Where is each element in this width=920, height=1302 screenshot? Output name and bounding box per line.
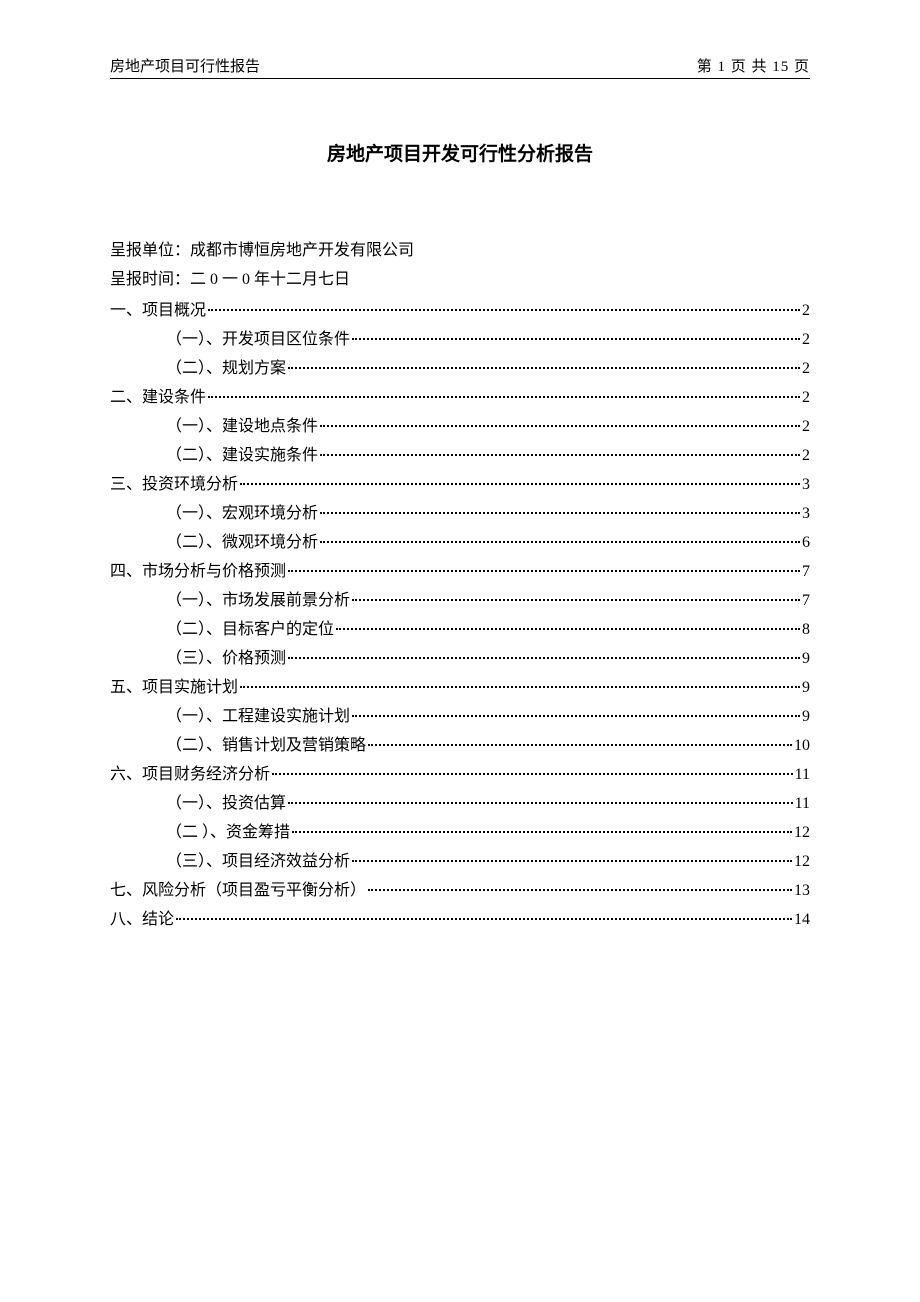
toc-entry: （二）、销售计划及营销策略 10 [110, 731, 810, 760]
toc-entry-label: （二）、规划方案 [166, 354, 286, 383]
toc-entry-label: 二、建设条件 [110, 383, 206, 412]
toc-entry-page: 3 [802, 499, 810, 528]
toc-entry-page: 6 [802, 528, 810, 557]
toc-entry-label: （二）、微观环境分析 [166, 528, 318, 557]
toc-entry: （一）、开发项目区位条件 2 [110, 325, 810, 354]
report-unit-value: 成都市博恒房地产开发有限公司 [190, 242, 414, 259]
toc-leader-dots [288, 802, 793, 804]
toc-entry: （三）、价格预测 9 [110, 644, 810, 673]
toc-entry-label: （一）、市场发展前景分析 [166, 586, 350, 615]
toc-entry-label: （二）、建设实施条件 [166, 441, 318, 470]
toc-leader-dots [240, 483, 800, 485]
toc-entry: （一）、投资估算 11 [110, 789, 810, 818]
report-unit-line: 呈报单位：成都市博恒房地产开发有限公司 [110, 236, 810, 265]
toc-entry: （一）、建设地点条件 2 [110, 412, 810, 441]
toc-entry: （二）、微观环境分析 6 [110, 528, 810, 557]
toc-leader-dots [368, 744, 792, 746]
toc-entry-page: 9 [802, 702, 810, 731]
toc-entry: （二）、规划方案 2 [110, 354, 810, 383]
toc-entry-label: （一）、开发项目区位条件 [166, 325, 350, 354]
toc-entry-page: 7 [802, 586, 810, 615]
toc-entry-page: 13 [794, 876, 810, 905]
toc-entry: （三）、项目经济效益分析 12 [110, 847, 810, 876]
toc-leader-dots [288, 570, 800, 572]
toc-leader-dots [352, 715, 800, 717]
toc-entry-page: 2 [802, 296, 810, 325]
toc-entry: 一、项目概况 2 [110, 296, 810, 325]
toc-entry-label: （二 ）、资金筹措 [166, 818, 290, 847]
toc-leader-dots [272, 773, 793, 775]
toc-leader-dots [320, 454, 800, 456]
toc-entry-label: （三）、价格预测 [166, 644, 286, 673]
toc-entry: （一）、宏观环境分析 3 [110, 499, 810, 528]
toc-entry-page: 11 [795, 789, 810, 818]
toc-entry: 二、建设条件 2 [110, 383, 810, 412]
toc-entry: 七、风险分析（项目盈亏平衡分析） 13 [110, 876, 810, 905]
toc-entry-page: 8 [802, 615, 810, 644]
toc-entry-page: 7 [802, 557, 810, 586]
toc-entry-label: （三）、项目经济效益分析 [166, 847, 350, 876]
toc-entry-page: 2 [802, 383, 810, 412]
toc-entry-label: 一、项目概况 [110, 296, 206, 325]
toc-entry-page: 14 [794, 905, 810, 934]
report-date-label: 呈报时间： [110, 271, 190, 288]
toc-entry: 四、市场分析与价格预测 7 [110, 557, 810, 586]
toc-entry-label: （一）、投资估算 [166, 789, 286, 818]
toc-leader-dots [352, 860, 792, 862]
toc-entry-page: 3 [802, 470, 810, 499]
table-of-contents: 一、项目概况2（一）、开发项目区位条件2（二）、规划方案2二、建设条件2（一）、… [110, 296, 810, 934]
toc-leader-dots [320, 541, 800, 543]
toc-entry-page: 12 [794, 818, 810, 847]
toc-entry-label: 六、项目财务经济分析 [110, 760, 270, 789]
page-header: 房地产项目可行性报告 第 1 页 共 15 页 [110, 55, 810, 79]
toc-entry-label: 三、投资环境分析 [110, 470, 238, 499]
toc-entry: （二 ）、资金筹措 12 [110, 818, 810, 847]
toc-entry-page: 2 [802, 354, 810, 383]
toc-entry-label: （一）、工程建设实施计划 [166, 702, 350, 731]
toc-leader-dots [320, 512, 800, 514]
document-title: 房地产项目开发可行性分析报告 [110, 139, 810, 166]
toc-entry-label: 七、风险分析（项目盈亏平衡分析） [110, 876, 366, 905]
toc-leader-dots [288, 657, 800, 659]
header-doc-title: 房地产项目可行性报告 [110, 55, 260, 76]
toc-entry: （二）、建设实施条件 2 [110, 441, 810, 470]
toc-entry-page: 2 [802, 412, 810, 441]
toc-entry-label: （二）、目标客户的定位 [166, 615, 334, 644]
toc-leader-dots [336, 628, 800, 630]
toc-entry: （二）、目标客户的定位 8 [110, 615, 810, 644]
toc-entry-page: 9 [802, 644, 810, 673]
toc-entry-label: 八、结论 [110, 905, 174, 934]
toc-entry-page: 9 [802, 673, 810, 702]
toc-entry-page: 10 [794, 731, 810, 760]
toc-entry: 八、结论 14 [110, 905, 810, 934]
report-date-value: 二 0 一 0 年十二月七日 [190, 271, 350, 288]
toc-entry-page: 2 [802, 325, 810, 354]
toc-leader-dots [320, 425, 800, 427]
report-date-line: 呈报时间：二 0 一 0 年十二月七日 [110, 265, 810, 294]
toc-entry-page: 12 [794, 847, 810, 876]
toc-entry: 六、项目财务经济分析 11 [110, 760, 810, 789]
toc-leader-dots [176, 918, 792, 920]
toc-entry-page: 11 [795, 760, 810, 789]
toc-entry-label: （一）、建设地点条件 [166, 412, 318, 441]
toc-leader-dots [288, 367, 800, 369]
toc-entry-label: 五、项目实施计划 [110, 673, 238, 702]
toc-entry: （一）、市场发展前景分析 7 [110, 586, 810, 615]
toc-entry: 五、项目实施计划 9 [110, 673, 810, 702]
toc-entry-label: （一）、宏观环境分析 [166, 499, 318, 528]
toc-leader-dots [240, 686, 800, 688]
header-page-number: 第 1 页 共 15 页 [697, 55, 810, 76]
toc-leader-dots [208, 396, 800, 398]
toc-entry-label: （二）、销售计划及营销策略 [166, 731, 366, 760]
toc-leader-dots [368, 889, 792, 891]
toc-leader-dots [352, 338, 800, 340]
toc-entry-page: 2 [802, 441, 810, 470]
report-unit-label: 呈报单位： [110, 242, 190, 259]
toc-leader-dots [208, 309, 800, 311]
toc-entry: 三、投资环境分析 3 [110, 470, 810, 499]
toc-leader-dots [352, 599, 800, 601]
toc-leader-dots [292, 831, 792, 833]
toc-entry: （一）、工程建设实施计划 9 [110, 702, 810, 731]
toc-entry-label: 四、市场分析与价格预测 [110, 557, 286, 586]
